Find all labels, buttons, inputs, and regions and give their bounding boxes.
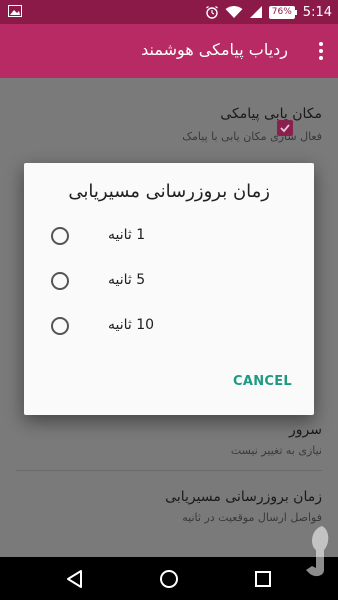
option-5-seconds[interactable]: 5 ثانیه — [24, 261, 314, 301]
pref-title: سرور — [289, 422, 322, 438]
radio-button[interactable] — [51, 272, 69, 290]
radio-button[interactable] — [51, 227, 69, 245]
recents-icon[interactable] — [251, 567, 275, 591]
pref-update-interval[interactable]: زمان بروزرسانی مسیریابی فواصل ارسال موقع… — [0, 471, 338, 557]
store-watermark-logo — [306, 526, 329, 577]
pref-sms-location[interactable]: مکان یابی پیامکی فعال سازی مکان یابی با … — [0, 78, 338, 168]
pref-summary: نیازی به تغییر نیست — [230, 444, 322, 457]
wifi-icon — [225, 6, 243, 18]
alarm-icon — [205, 5, 218, 19]
status-bar: 76% 5:14 — [0, 0, 338, 24]
home-icon[interactable] — [157, 567, 181, 591]
signal-icon — [249, 6, 262, 18]
clock: 5:14 — [302, 4, 332, 20]
battery-percent: 76% — [268, 5, 295, 19]
option-label: 5 ثانیه — [108, 272, 146, 288]
pref-server[interactable]: سرور نیازی به تغییر نیست — [0, 408, 338, 470]
back-icon[interactable] — [63, 567, 87, 591]
overflow-menu-icon[interactable] — [318, 42, 324, 60]
option-label: 10 ثانیه — [108, 317, 155, 333]
check-icon — [280, 124, 290, 133]
option-10-seconds[interactable]: 10 ثانیه — [24, 306, 314, 346]
image-icon — [8, 5, 22, 17]
cancel-button[interactable]: CANCEL — [233, 374, 292, 389]
battery-icon: 76% — [268, 5, 297, 19]
pref-title: زمان بروزرسانی مسیریابی — [165, 489, 322, 505]
navigation-bar — [0, 557, 338, 600]
app-title: ردیاب پیامکی هوشمند — [141, 40, 288, 59]
app-bar: ردیاب پیامکی هوشمند — [0, 24, 338, 78]
option-1-second[interactable]: 1 ثانیه — [24, 216, 314, 256]
pref-summary: فعال سازی مکان یابی با پیامک — [182, 130, 322, 143]
sms-location-checkbox[interactable] — [277, 120, 293, 136]
option-label: 1 ثانیه — [108, 227, 146, 243]
update-interval-dialog: زمان بروزرسانی مسیریابی 1 ثانیه 5 ثانیه … — [24, 163, 314, 415]
dialog-title: زمان بروزرسانی مسیریابی — [68, 181, 270, 202]
radio-button[interactable] — [51, 317, 69, 335]
pref-title: مکان یابی پیامکی — [220, 106, 322, 122]
